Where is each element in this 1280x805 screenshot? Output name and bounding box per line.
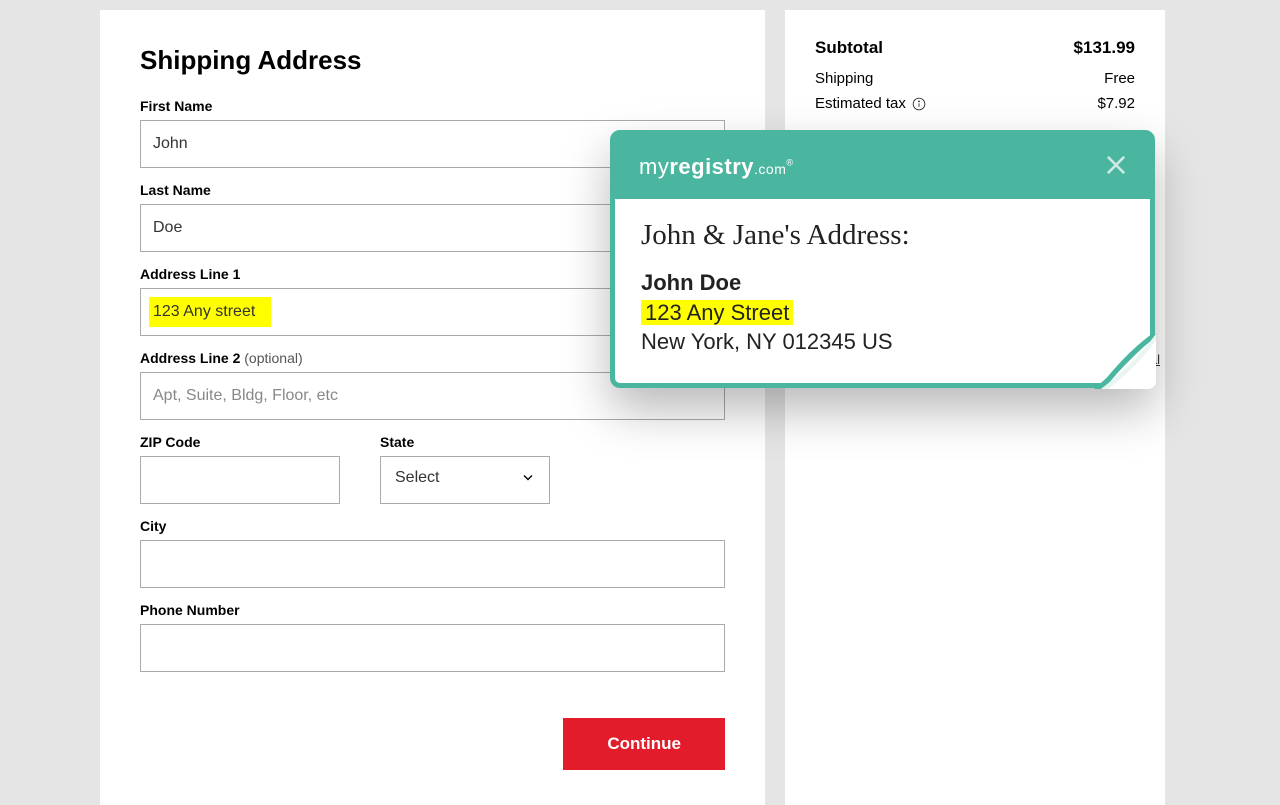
shipping-value: Free (1104, 70, 1135, 87)
zip-input[interactable] (140, 456, 340, 504)
subtotal-label: Subtotal (815, 38, 883, 58)
phone-label: Phone Number (140, 602, 725, 618)
popup-title: John & Jane's Address: (641, 219, 1124, 252)
city-input[interactable] (140, 540, 725, 588)
page-title: Shipping Address (140, 45, 725, 76)
subtotal-value: $131.99 (1074, 38, 1135, 58)
popup-city-state: New York, NY 012345 US (641, 329, 1124, 355)
close-icon[interactable] (1102, 151, 1130, 184)
popup-recipient-name: John Doe (641, 270, 1124, 296)
popup-header: myregistry.com® (615, 135, 1150, 199)
city-label: City (140, 518, 725, 534)
phone-input[interactable] (140, 624, 725, 672)
shipping-label: Shipping (815, 70, 873, 87)
tax-value: $7.92 (1097, 95, 1135, 112)
myregistry-logo: myregistry.com® (639, 154, 794, 180)
continue-button[interactable]: Continue (563, 718, 725, 770)
first-name-label: First Name (140, 98, 725, 114)
state-label: State (380, 434, 550, 450)
zip-label: ZIP Code (140, 434, 340, 450)
state-select[interactable]: Select (380, 456, 550, 504)
registry-popup: myregistry.com® John & Jane's Address: J… (610, 130, 1155, 388)
popup-street: 123 Any Street (641, 300, 1124, 326)
tax-label: Estimated tax (815, 95, 926, 112)
info-icon[interactable] (912, 97, 926, 111)
page-curl-icon (1094, 334, 1156, 389)
